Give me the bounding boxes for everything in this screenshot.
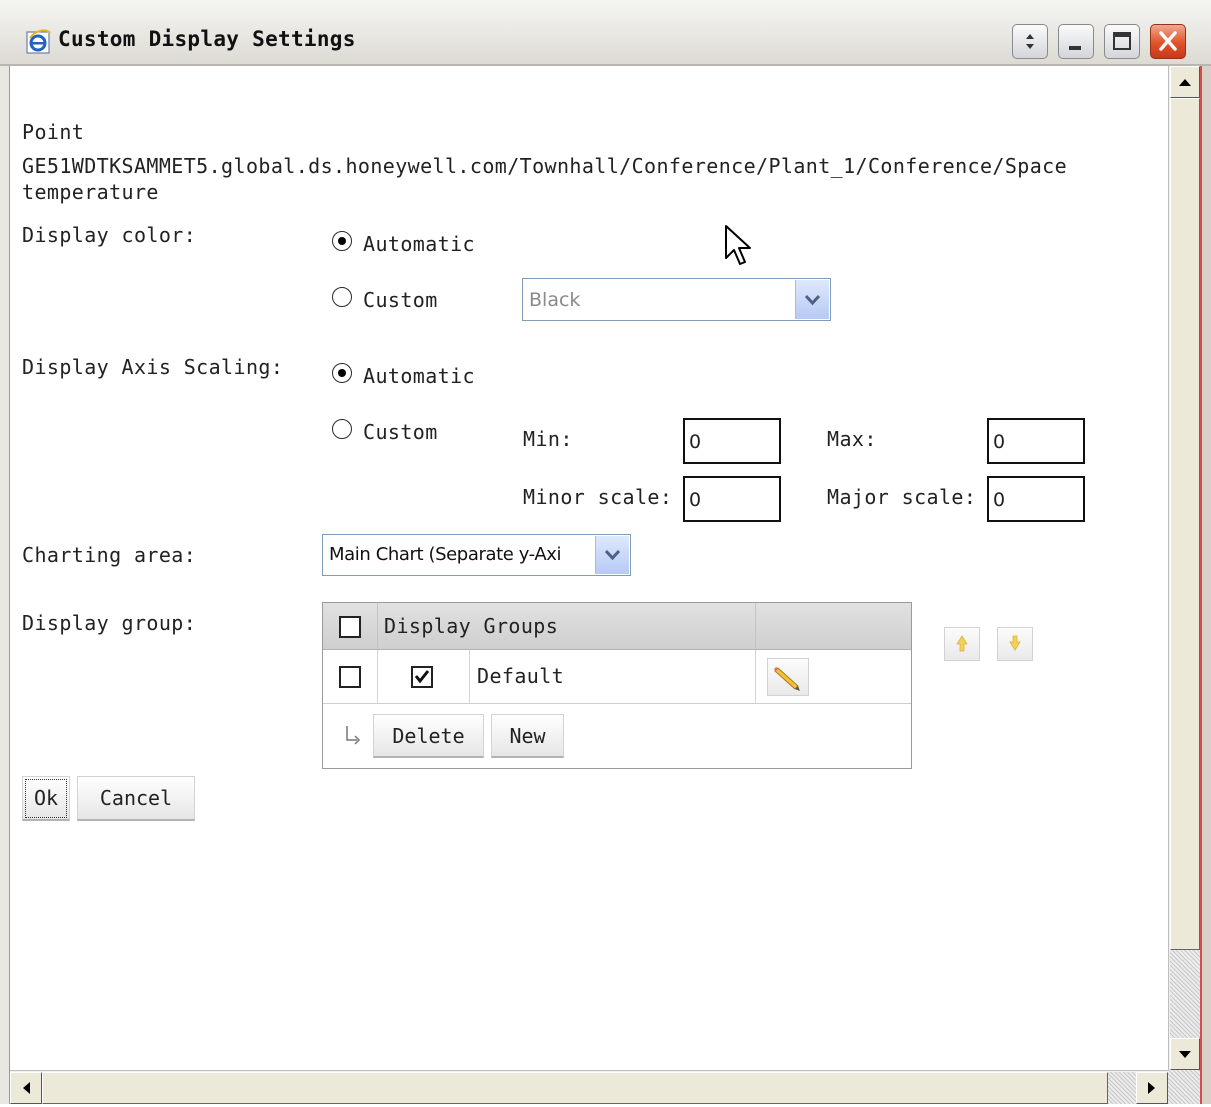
checkmark-icon bbox=[414, 670, 430, 684]
vertical-scroll-thumb[interactable] bbox=[1170, 98, 1200, 950]
mouse-cursor-icon bbox=[725, 225, 751, 265]
major-scale-input[interactable]: 0 bbox=[987, 476, 1085, 522]
row-group-name: Default bbox=[477, 664, 565, 688]
minor-scale-input[interactable]: 0 bbox=[683, 476, 781, 522]
title-bar[interactable]: Custom Display Settings bbox=[0, 0, 1211, 66]
row-enabled-checkbox[interactable] bbox=[411, 666, 433, 688]
axis-scaling-custom-label: Custom bbox=[363, 420, 438, 444]
display-color-custom-radio[interactable] bbox=[332, 287, 352, 307]
major-scale-input-value: 0 bbox=[993, 489, 1006, 511]
scroll-left-button[interactable] bbox=[10, 1072, 42, 1104]
pencil-icon bbox=[774, 667, 800, 691]
charting-area-select-value: Main Chart (Separate y-Axi bbox=[329, 544, 562, 565]
max-label: Max: bbox=[827, 427, 877, 451]
arrow-up-icon bbox=[1179, 79, 1191, 86]
scroll-down-button[interactable] bbox=[1170, 1038, 1200, 1070]
axis-scaling-automatic-radio[interactable] bbox=[332, 363, 352, 383]
arrow-left-icon bbox=[23, 1082, 30, 1094]
window-right-frame bbox=[1200, 66, 1211, 1104]
axis-scaling-label: Display Axis Scaling: bbox=[22, 355, 284, 379]
horizontal-scroll-thumb[interactable] bbox=[42, 1072, 1108, 1104]
chevron-down-icon bbox=[804, 294, 821, 306]
arrow-down-icon bbox=[1179, 1051, 1191, 1058]
major-scale-label: Major scale: bbox=[827, 485, 977, 509]
move-down-icon bbox=[1009, 635, 1021, 651]
display-groups-grid: Display Groups Default Delete New bbox=[322, 602, 912, 769]
charting-area-select[interactable]: Main Chart (Separate y-Axi bbox=[322, 534, 631, 576]
window-title: Custom Display Settings bbox=[58, 27, 356, 51]
min-input-value: 0 bbox=[689, 431, 702, 453]
chevron-down-icon bbox=[604, 549, 621, 561]
restore-arrows-icon bbox=[1026, 34, 1034, 49]
grid-header-title[interactable]: Display Groups bbox=[384, 614, 558, 638]
vertical-scroll-track[interactable] bbox=[1170, 950, 1200, 1038]
display-color-select[interactable]: Black bbox=[522, 278, 831, 321]
return-arrow-icon bbox=[346, 726, 361, 745]
scroll-up-button[interactable] bbox=[1170, 66, 1200, 98]
axis-scaling-automatic-label: Automatic bbox=[363, 364, 475, 388]
display-color-automatic-label: Automatic bbox=[363, 232, 475, 256]
table-row[interactable]: Default bbox=[323, 650, 911, 704]
max-input-value: 0 bbox=[993, 431, 1006, 453]
horizontal-scroll-track[interactable] bbox=[1108, 1072, 1136, 1104]
axis-scaling-custom-radio[interactable] bbox=[332, 419, 352, 439]
grid-footer: Delete New bbox=[323, 704, 911, 768]
cell-divider bbox=[377, 650, 378, 703]
close-icon bbox=[1159, 31, 1177, 51]
move-down-button[interactable] bbox=[997, 627, 1033, 661]
cell-divider bbox=[469, 650, 470, 703]
minimize-icon bbox=[1069, 46, 1081, 50]
move-up-button[interactable] bbox=[944, 627, 980, 661]
cancel-button[interactable]: Cancel bbox=[77, 776, 195, 821]
display-group-label: Display group: bbox=[22, 611, 197, 635]
window-left-frame bbox=[0, 66, 10, 1104]
restore-arrows-button[interactable] bbox=[1012, 24, 1048, 59]
arrow-right-icon bbox=[1148, 1082, 1155, 1094]
dialog-content: Point GE51WDTKSAMMET5.global.ds.honeywel… bbox=[10, 66, 1168, 1070]
minimize-button[interactable] bbox=[1058, 24, 1094, 59]
grid-header: Display Groups bbox=[323, 603, 911, 650]
horizontal-scrollbar[interactable] bbox=[10, 1070, 1168, 1104]
cell-divider bbox=[755, 650, 756, 703]
vertical-scrollbar[interactable] bbox=[1168, 66, 1200, 1070]
maximize-button[interactable] bbox=[1104, 24, 1140, 59]
delete-group-button[interactable]: Delete bbox=[373, 714, 484, 758]
point-path-continued: temperature bbox=[22, 180, 159, 204]
move-up-icon bbox=[956, 635, 968, 652]
point-path: GE51WDTKSAMMET5.global.ds.honeywell.com/… bbox=[22, 154, 1068, 178]
new-group-button[interactable]: New bbox=[491, 714, 564, 758]
display-color-custom-label: Custom bbox=[363, 288, 438, 312]
scroll-corner bbox=[1168, 1070, 1200, 1104]
select-all-checkbox[interactable] bbox=[339, 616, 361, 638]
close-button[interactable] bbox=[1150, 24, 1186, 59]
min-input[interactable]: 0 bbox=[683, 418, 781, 464]
point-label: Point bbox=[22, 120, 85, 144]
maximize-icon bbox=[1113, 32, 1131, 50]
charting-area-dropdown-button[interactable] bbox=[595, 536, 629, 574]
custom-display-settings-window: Custom Display Settings Point GE51WDTKSA… bbox=[0, 0, 1211, 1104]
display-color-label: Display color: bbox=[22, 223, 197, 247]
display-color-select-value: Black bbox=[529, 289, 581, 311]
min-label: Min: bbox=[523, 427, 573, 451]
minor-scale-label: Minor scale: bbox=[523, 485, 673, 509]
ok-button[interactable]: Ok bbox=[22, 776, 70, 821]
ie-icon bbox=[26, 29, 51, 54]
row-select-checkbox[interactable] bbox=[339, 666, 361, 688]
display-color-dropdown-button[interactable] bbox=[795, 280, 829, 319]
header-divider bbox=[377, 603, 378, 649]
scroll-right-button[interactable] bbox=[1136, 1072, 1168, 1104]
charting-area-label: Charting area: bbox=[22, 543, 197, 567]
minor-scale-input-value: 0 bbox=[689, 489, 702, 511]
header-divider bbox=[755, 603, 756, 649]
edit-group-button[interactable] bbox=[767, 658, 809, 696]
display-color-automatic-radio[interactable] bbox=[332, 231, 352, 251]
max-input[interactable]: 0 bbox=[987, 418, 1085, 464]
